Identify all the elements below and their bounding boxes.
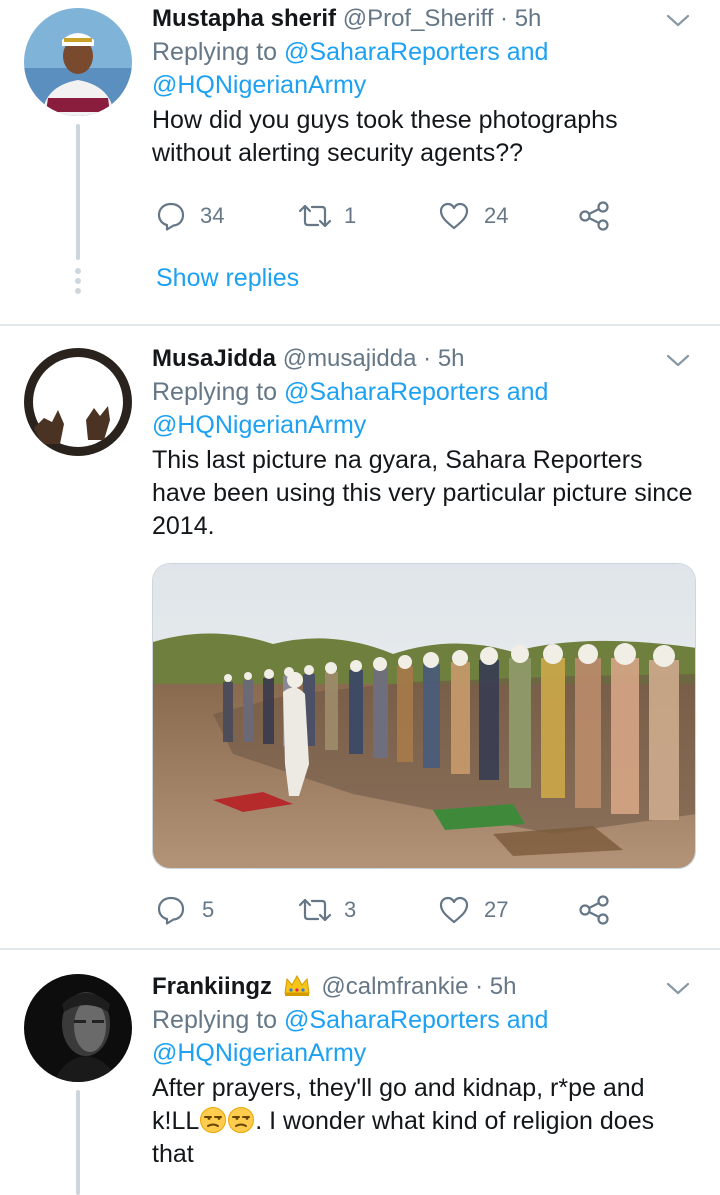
separator-dot: · — [423, 345, 432, 372]
retweet-icon — [298, 898, 332, 922]
separator-dot: · — [500, 5, 509, 32]
crown-emoji-icon — [284, 974, 310, 996]
chevron-down-icon[interactable] — [664, 346, 692, 374]
reply-count: 5 — [202, 897, 215, 922]
show-replies-link[interactable]: Show replies — [156, 264, 299, 293]
replying-to-prefix: Replying to — [152, 378, 278, 406]
tweet-actions: 34 1 24 — [152, 196, 632, 236]
unamused-face-emoji-icon — [200, 1107, 227, 1133]
tweet-text: After prayers, they'll go and kidnap, r*… — [152, 1072, 698, 1171]
display-name[interactable]: MusaJidda — [152, 345, 276, 372]
chevron-down-icon[interactable] — [664, 6, 692, 34]
tweet-text: This last picture na gyara, Sahara Repor… — [152, 446, 693, 540]
display-name[interactable]: Mustapha sherif — [152, 5, 336, 32]
share-button[interactable] — [578, 890, 610, 930]
reply-button[interactable]: 5 — [156, 890, 214, 930]
chevron-down-icon[interactable] — [664, 974, 692, 1002]
avatar[interactable] — [24, 974, 132, 1082]
tweet-text: How did you guys took these photographs … — [152, 106, 618, 167]
retweet-count: 3 — [344, 897, 357, 922]
user-handle[interactable]: @calmfrankie — [321, 973, 468, 1000]
user-avatar-icon — [24, 8, 132, 116]
heart-icon — [439, 896, 469, 924]
tweet-header: Frankiingz @calmfrankie · 5h — [152, 970, 698, 1004]
reply-count: 34 — [200, 203, 225, 228]
replying-to: Replying to @SaharaReporters and @HQNige… — [152, 1004, 698, 1070]
timestamp[interactable]: 5h — [515, 5, 542, 32]
tweet-media-photo[interactable] — [152, 563, 696, 869]
tweet-header: MusaJidda @musajidda · 5h — [152, 342, 698, 376]
user-avatar-icon — [24, 974, 132, 1082]
replying-to-prefix: Replying to — [152, 1006, 278, 1034]
replying-to-prefix: Replying to — [152, 38, 278, 66]
thread-line — [76, 124, 80, 260]
retweet-icon — [298, 204, 332, 228]
retweet-count: 1 — [344, 203, 357, 228]
avatar[interactable] — [24, 348, 132, 456]
tweet-1[interactable]: Mustapha sherif @Prof_Sheriff · 5h Reply… — [0, 0, 720, 324]
share-button[interactable] — [578, 196, 610, 236]
tweet-3[interactable]: Frankiingz @calmfrankie · 5h Replying to… — [0, 950, 720, 1195]
share-icon — [579, 895, 609, 925]
photo-men-praying-icon — [153, 564, 695, 868]
like-button[interactable]: 24 — [438, 196, 508, 236]
retweet-button[interactable]: 3 — [296, 890, 356, 930]
like-count: 27 — [484, 897, 509, 922]
share-icon — [579, 201, 609, 231]
like-button[interactable]: 27 — [438, 890, 508, 930]
like-count: 24 — [484, 203, 509, 228]
reply-icon — [157, 202, 185, 231]
display-name[interactable]: Frankiingz — [152, 973, 272, 1000]
unamused-face-emoji-icon — [228, 1107, 255, 1133]
heart-icon — [439, 202, 469, 230]
user-handle[interactable]: @Prof_Sheriff — [343, 5, 494, 32]
avatar[interactable] — [24, 8, 132, 116]
replying-to: Replying to @SaharaReporters and @HQNige… — [152, 376, 698, 442]
reply-button[interactable]: 34 — [156, 196, 224, 236]
tweet-actions: 5 3 27 — [152, 890, 632, 930]
thread-line — [76, 1090, 80, 1195]
replying-to: Replying to @SaharaReporters and @HQNige… — [152, 36, 698, 102]
user-handle[interactable]: @musajidda — [283, 345, 417, 372]
user-avatar-icon — [24, 348, 132, 456]
separator-dot: · — [475, 973, 484, 1000]
retweet-button[interactable]: 1 — [296, 196, 356, 236]
reply-icon — [157, 896, 185, 925]
timestamp[interactable]: 5h — [490, 973, 517, 1000]
thread-continuation-dots — [74, 268, 82, 298]
timestamp[interactable]: 5h — [438, 345, 465, 372]
tweet-header: Mustapha sherif @Prof_Sheriff · 5h — [152, 2, 698, 36]
